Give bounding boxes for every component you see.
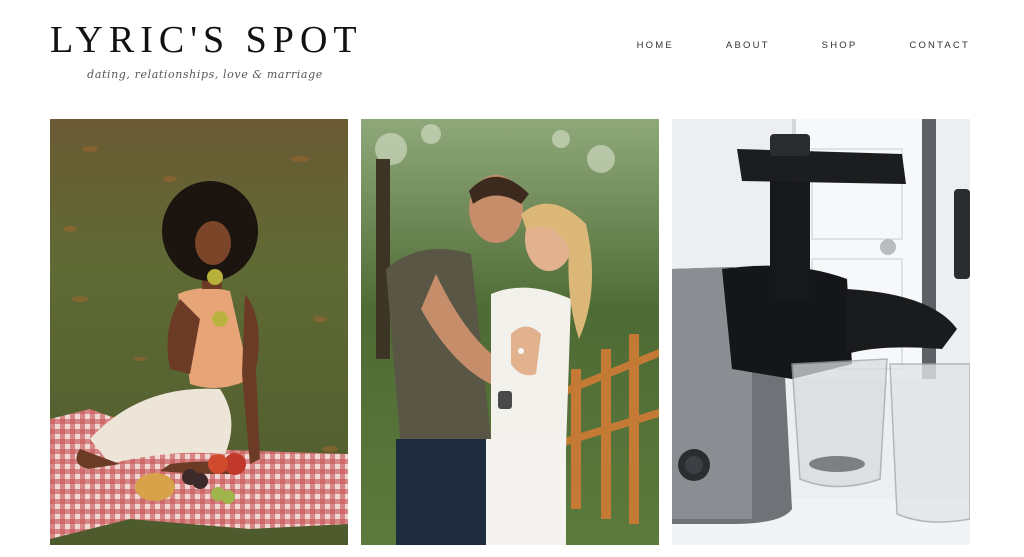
post-tile-juicer[interactable] xyxy=(672,119,970,545)
site-title[interactable]: LYRIC'S SPOT xyxy=(50,18,370,62)
engagement-couple-ring-photo xyxy=(361,119,659,545)
nav-shop[interactable]: SHOP xyxy=(822,40,858,51)
site-tagline: dating, relationships, love & marriage xyxy=(87,68,323,81)
page: LYRIC'S SPOT dating, relationships, love… xyxy=(0,0,1024,557)
nav-home[interactable]: HOME xyxy=(637,40,674,51)
nav-contact[interactable]: CONTACT xyxy=(909,40,970,51)
nav-about[interactable]: ABOUT xyxy=(726,40,770,51)
post-grid xyxy=(50,119,970,545)
brand[interactable]: LYRIC'S SPOT dating, relationships, love… xyxy=(50,18,370,81)
woman-picnic-apples-photo xyxy=(50,119,348,545)
post-tile-picnic[interactable] xyxy=(50,119,348,545)
post-tile-engagement[interactable] xyxy=(361,119,659,545)
juicer-appliance-photo xyxy=(672,119,970,545)
main-nav: HOME ABOUT SHOP CONTACT xyxy=(585,40,970,51)
